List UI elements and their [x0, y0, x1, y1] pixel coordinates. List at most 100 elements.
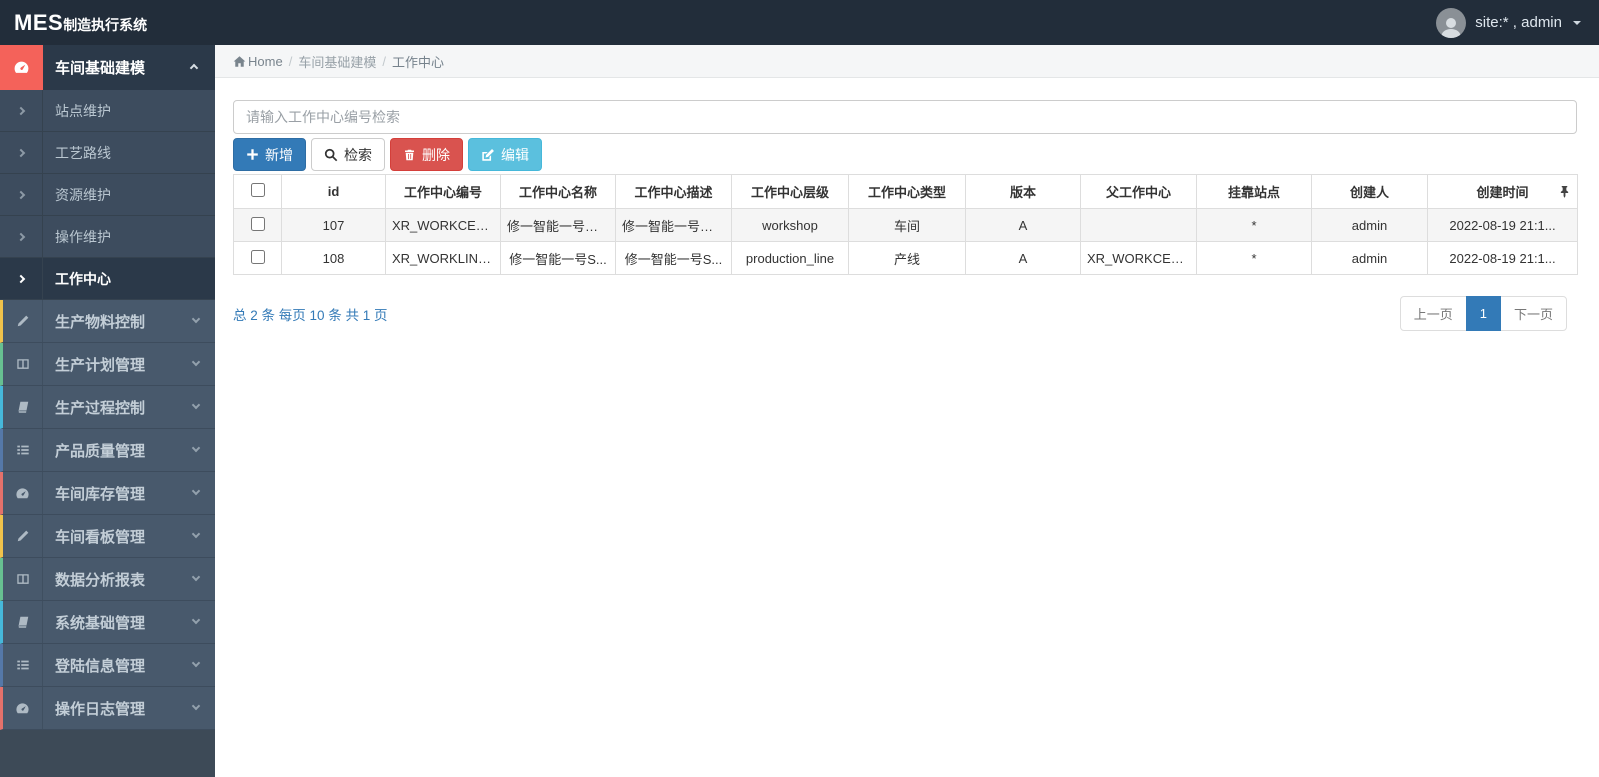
sidebar-item-label: 产品质量管理 — [55, 442, 146, 460]
work-center-search-input[interactable] — [233, 100, 1577, 134]
next-page-button[interactable]: 下一页 — [1499, 296, 1567, 331]
chevron-up-icon — [189, 63, 199, 72]
sidebar-item-material-control[interactable]: 生产物料控制 — [0, 300, 215, 343]
search-icon — [324, 148, 338, 161]
sidebar-item-label: 生产物料控制 — [55, 313, 146, 331]
column-header-id[interactable]: id — [281, 174, 386, 209]
add-button-label: 新增 — [265, 146, 293, 163]
pencil-icon — [3, 515, 43, 557]
cell-id: 108 — [281, 241, 386, 275]
table-row[interactable]: 108 XR_WORKLINE... 修一智能一号S... 修一智能一号S...… — [233, 241, 1578, 275]
row-checkbox[interactable] — [250, 249, 265, 264]
column-header-name[interactable]: 工作中心名称 — [500, 174, 616, 209]
user-label: site:* , admin — [1475, 14, 1562, 31]
column-header-version[interactable]: 版本 — [965, 174, 1081, 209]
cell-site: * — [1196, 241, 1312, 275]
sidebar-item-operation-log-management[interactable]: 操作日志管理 — [0, 687, 215, 730]
topbar: MES 制造执行系统 site:* , admin — [0, 0, 1599, 45]
submenu-item-resource-maintenance[interactable]: 资源维护 — [0, 174, 215, 216]
submenu-item-process-route[interactable]: 工艺路线 — [0, 132, 215, 174]
edit-button[interactable]: 编辑 — [468, 138, 542, 171]
sidebar-item-analytics-reports[interactable]: 数据分析报表 — [0, 558, 215, 601]
chevron-right-icon — [16, 190, 26, 199]
submenu-item-label: 工艺路线 — [55, 144, 111, 161]
breadcrumb-home-link[interactable]: Home — [233, 54, 283, 69]
cell-type: 车间 — [848, 208, 966, 242]
sidebar-item-system-management[interactable]: 系统基础管理 — [0, 601, 215, 644]
select-all-checkbox[interactable] — [250, 183, 265, 197]
page-1-button[interactable]: 1 — [1465, 296, 1501, 331]
column-header-code[interactable]: 工作中心编号 — [385, 174, 501, 209]
list-icon — [3, 429, 43, 471]
chevron-down-icon — [191, 443, 201, 453]
caret-down-icon — [1573, 20, 1581, 25]
column-header-type[interactable]: 工作中心类型 — [848, 174, 966, 209]
sidebar: 车间基础建模 站点维护 工艺路线 资源维护 操作维护 工作中心 生产物料控制 生… — [0, 45, 215, 777]
submenu-item-station-maintenance[interactable]: 站点维护 — [0, 90, 215, 132]
column-header-created-label[interactable]: 创建时间 — [1476, 185, 1528, 200]
prev-page-button[interactable]: 上一页 — [1399, 296, 1467, 331]
pagination-summary: 总 2 条 每页 10 条 共 1 页 — [233, 307, 388, 323]
pin-icon[interactable] — [1559, 185, 1570, 198]
sidebar-item-quality-management[interactable]: 产品质量管理 — [0, 429, 215, 472]
cell-level: workshop — [731, 208, 849, 242]
cell-version: A — [965, 241, 1081, 275]
sidebar-item-label: 数据分析报表 — [55, 571, 146, 589]
cell-creator: admin — [1311, 208, 1428, 242]
sidebar-item-kanban-management[interactable]: 车间看板管理 — [0, 515, 215, 558]
column-header-created: 创建时间 — [1427, 174, 1578, 209]
sidebar-item-label: 生产计划管理 — [55, 356, 146, 374]
cell-site: * — [1196, 208, 1312, 242]
submenu-item-operation-maintenance[interactable]: 操作维护 — [0, 216, 215, 258]
submenu-item-work-center[interactable]: 工作中心 — [0, 258, 215, 300]
chevron-down-icon — [191, 357, 201, 367]
column-header-site[interactable]: 挂靠站点 — [1196, 174, 1312, 209]
column-header-parent[interactable]: 父工作中心 — [1080, 174, 1197, 209]
search-button[interactable]: 检索 — [311, 138, 385, 171]
row-checkbox[interactable] — [250, 216, 265, 231]
delete-button[interactable]: 删除 — [390, 138, 463, 171]
cell-type: 产线 — [848, 241, 966, 275]
user-silhouette-icon — [1441, 17, 1462, 38]
sidebar-item-label: 车间库存管理 — [55, 485, 146, 503]
cell-code: XR_WORKCEN... — [385, 208, 501, 242]
chevron-right-icon — [16, 274, 26, 283]
chevron-down-icon — [191, 400, 201, 410]
user-menu[interactable]: site:* , admin — [1436, 7, 1581, 38]
chevron-right-icon — [16, 232, 26, 241]
submenu-item-label: 操作维护 — [55, 228, 111, 245]
columns-icon — [3, 343, 43, 385]
add-button[interactable]: 新增 — [233, 138, 306, 171]
sidebar-item-plan-management[interactable]: 生产计划管理 — [0, 343, 215, 386]
column-header-desc[interactable]: 工作中心描述 — [615, 174, 732, 209]
breadcrumb-separator: / — [382, 53, 386, 69]
cell-level: production_line — [731, 241, 849, 275]
sidebar-item-inventory-management[interactable]: 车间库存管理 — [0, 472, 215, 515]
trash-icon — [405, 149, 414, 160]
sidebar-item-label: 车间基础建模 — [55, 60, 146, 77]
work-center-table: id 工作中心编号 工作中心名称 工作中心描述 工作中心层级 工作中心类型 版本… — [233, 174, 1578, 275]
toolbar: 新增 检索 删除 编辑 — [233, 138, 1577, 171]
sidebar-item-label: 登陆信息管理 — [55, 657, 146, 675]
sidebar-item-label: 车间看板管理 — [55, 528, 146, 546]
pager: 上一页 1 下一页 — [1399, 296, 1567, 331]
app-logo-mes: MES — [14, 9, 64, 35]
column-header-level[interactable]: 工作中心层级 — [731, 174, 849, 209]
app-logo-subtitle: 制造执行系统 — [63, 16, 148, 33]
table-row[interactable]: 107 XR_WORKCEN... 修一智能一号车间 修一智能一号车间 work… — [233, 208, 1578, 242]
sidebar-item-label: 系统基础管理 — [55, 614, 146, 632]
breadcrumb-level1[interactable]: 车间基础建模 — [298, 52, 376, 71]
plus-icon — [247, 149, 258, 160]
app-logo: MES 制造执行系统 — [14, 10, 147, 36]
chevron-down-icon — [191, 658, 201, 668]
sidebar-item-process-control[interactable]: 生产过程控制 — [0, 386, 215, 429]
column-header-creator[interactable]: 创建人 — [1311, 174, 1428, 209]
gauge-icon — [3, 687, 43, 729]
sidebar-item-workshop-modeling[interactable]: 车间基础建模 — [0, 45, 215, 90]
avatar[interactable] — [1436, 7, 1467, 38]
sidebar-item-login-info-management[interactable]: 登陆信息管理 — [0, 644, 215, 687]
chevron-down-icon — [191, 615, 201, 625]
chevron-down-icon — [191, 701, 201, 711]
cell-id: 107 — [281, 208, 386, 242]
chevron-right-icon — [16, 106, 26, 115]
